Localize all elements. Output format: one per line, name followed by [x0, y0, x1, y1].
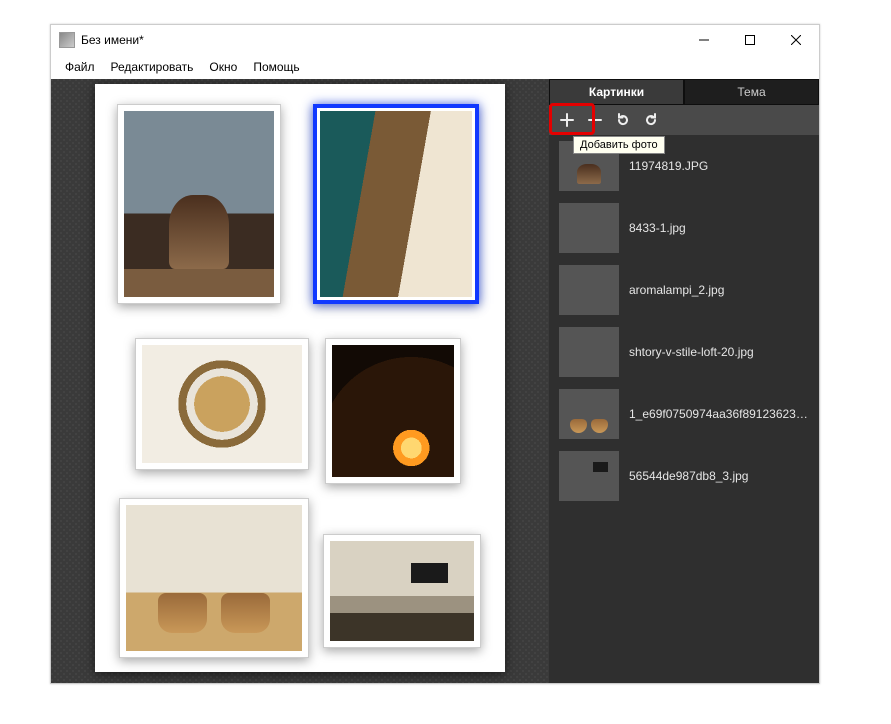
menubar: Файл Редактировать Окно Помощь	[51, 55, 819, 79]
window-buttons	[681, 25, 819, 55]
tab-theme[interactable]: Тема	[684, 79, 819, 105]
rotate-left-button[interactable]	[613, 110, 633, 130]
photo-image	[142, 345, 302, 463]
menu-help[interactable]: Помощь	[245, 58, 307, 76]
file-name: 11974819.JPG	[629, 159, 708, 173]
thumbnail	[559, 265, 619, 315]
file-name: 1_e69f0750974aa36f891236238e29	[629, 407, 809, 421]
photo-image	[320, 111, 472, 297]
file-name: shtory-v-stile-loft-20.jpg	[629, 345, 754, 359]
menu-window[interactable]: Окно	[201, 58, 245, 76]
collage-photo-6[interactable]	[323, 534, 481, 648]
plus-icon	[560, 113, 574, 127]
photo-image	[330, 541, 474, 641]
app-window: Без имени* Файл Редактировать Окно Помощ…	[50, 24, 820, 684]
workspace: Картинки Тема Добавить фото	[51, 79, 819, 683]
thumbnail	[559, 389, 619, 439]
panel-toolbar: Добавить фото	[549, 105, 819, 135]
menu-file[interactable]: Файл	[57, 58, 103, 76]
list-item[interactable]: 56544de987db8_3.jpg	[549, 445, 819, 507]
list-item[interactable]: aromalampi_2.jpg	[549, 259, 819, 321]
thumbnail	[559, 451, 619, 501]
thumbnail	[559, 327, 619, 377]
collage-photo-2-selected[interactable]	[313, 104, 479, 304]
photo-image	[332, 345, 454, 477]
side-tabs: Картинки Тема	[549, 79, 819, 105]
list-item[interactable]: 1_e69f0750974aa36f891236238e29	[549, 383, 819, 445]
rotate-ccw-icon	[616, 113, 630, 127]
collage-photo-4[interactable]	[325, 338, 461, 484]
maximize-button[interactable]	[727, 25, 773, 55]
side-panel: Картинки Тема Добавить фото	[549, 79, 819, 683]
add-photo-tooltip: Добавить фото	[573, 136, 665, 154]
file-name: 56544de987db8_3.jpg	[629, 469, 748, 483]
add-photo-button[interactable]	[557, 110, 577, 130]
rotate-cw-icon	[644, 113, 658, 127]
list-item[interactable]: 8433-1.jpg	[549, 197, 819, 259]
collage-photo-3[interactable]	[135, 338, 309, 470]
app-icon	[59, 32, 75, 48]
collage-page[interactable]	[95, 84, 505, 672]
photo-image	[124, 111, 274, 297]
file-name: aromalampi_2.jpg	[629, 283, 724, 297]
list-item[interactable]: shtory-v-stile-loft-20.jpg	[549, 321, 819, 383]
collage-photo-1[interactable]	[117, 104, 281, 304]
minimize-button[interactable]	[681, 25, 727, 55]
photo-image	[126, 505, 302, 651]
collage-photo-5[interactable]	[119, 498, 309, 658]
close-button[interactable]	[773, 25, 819, 55]
rotate-right-button[interactable]	[641, 110, 661, 130]
file-list[interactable]: 11974819.JPG 8433-1.jpg aromalampi_2.jpg…	[549, 135, 819, 683]
minus-icon	[588, 113, 602, 127]
menu-edit[interactable]: Редактировать	[103, 58, 202, 76]
window-title: Без имени*	[81, 33, 681, 47]
file-name: 8433-1.jpg	[629, 221, 686, 235]
tab-pictures[interactable]: Картинки	[549, 79, 684, 105]
thumbnail	[559, 203, 619, 253]
remove-photo-button[interactable]	[585, 110, 605, 130]
canvas-area[interactable]	[51, 79, 549, 683]
titlebar: Без имени*	[51, 25, 819, 55]
